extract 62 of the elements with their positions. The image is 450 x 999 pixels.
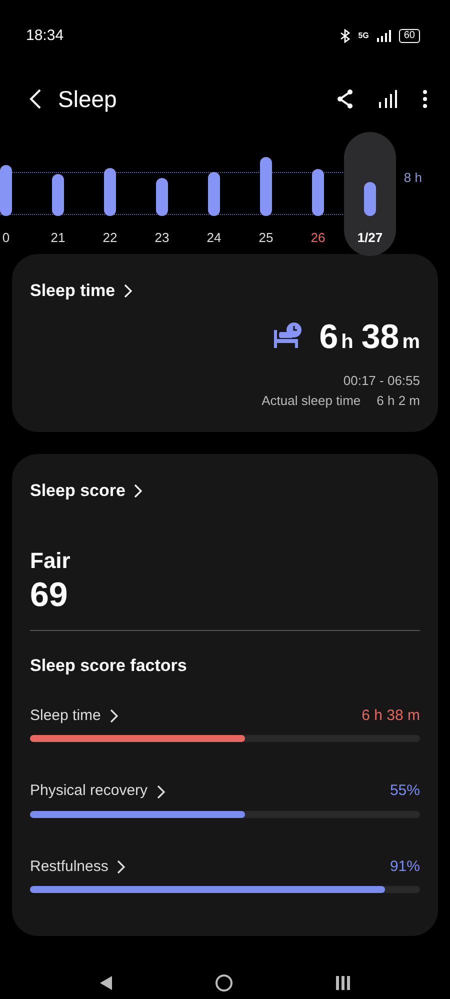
sleep-bar — [0, 164, 12, 216]
day-item[interactable]: 22 — [84, 132, 136, 256]
chevron-icon — [123, 284, 134, 298]
sleep-bar — [52, 174, 64, 216]
day-item[interactable]: 21 — [32, 132, 84, 256]
factor-link[interactable]: Physical recovery — [30, 780, 166, 803]
clock: 18:34 — [26, 26, 64, 46]
actual-sleep-label: Actual sleep time — [262, 392, 361, 410]
day-label: 24 — [206, 229, 222, 247]
bluetooth-icon — [340, 29, 350, 43]
day-label: 23 — [154, 229, 170, 247]
day-item[interactable]: 23 — [136, 132, 188, 256]
axis-label: 8 h — [404, 169, 422, 187]
trends-button[interactable] — [378, 89, 398, 109]
day-item[interactable]: 0 — [0, 132, 32, 256]
sleep-bar — [156, 178, 168, 216]
factor-link[interactable]: Sleep time — [30, 704, 119, 728]
actual-sleep-value: 6 h 2 m — [376, 392, 420, 410]
sleep-score-link[interactable]: Sleep score — [30, 478, 144, 504]
day-item[interactable]: 25 — [240, 132, 292, 256]
sleep-bar — [260, 157, 272, 216]
nav-recents-button[interactable] — [335, 975, 351, 991]
chevron-icon — [133, 484, 144, 498]
factor-value: 55% — [390, 781, 420, 802]
sleep-bar — [104, 168, 116, 216]
more-options-button[interactable] — [422, 89, 428, 109]
sleep-hours: 6 — [319, 317, 338, 358]
sleep-range: 00:17 - 06:55 — [342, 372, 420, 390]
day-label: 26 — [310, 229, 326, 247]
sleep-bar — [208, 172, 220, 216]
sleep-bar — [364, 182, 376, 216]
sleep-bar — [312, 169, 324, 216]
day-label: 25 — [258, 229, 274, 247]
score-rating: Fair — [30, 547, 72, 575]
battery-indicator: 60 — [398, 29, 420, 43]
bed-clock-icon — [273, 322, 304, 348]
signal-icon — [376, 30, 391, 42]
sleep-score: 69 — [30, 577, 69, 614]
day-item[interactable]: 26 — [292, 132, 344, 256]
factors-title: Sleep score factors — [30, 655, 188, 678]
factor-value: 91% — [390, 856, 420, 877]
share-button[interactable] — [336, 89, 354, 109]
chevron-icon — [108, 709, 119, 724]
nav-back-button[interactable] — [99, 975, 113, 991]
factor-link[interactable]: Restfulness — [30, 856, 126, 878]
minutes-unit: m — [402, 330, 420, 355]
chevron-icon — [156, 784, 166, 799]
nav-home-button[interactable] — [215, 974, 233, 992]
sleep-minutes: 38 — [361, 317, 400, 358]
day-item[interactable]: 24 — [188, 132, 240, 256]
chevron-icon — [116, 860, 126, 874]
day-label: 21 — [50, 229, 66, 247]
day-label: 1/27 — [357, 229, 383, 247]
page-title: Sleep — [58, 84, 118, 114]
selected-day[interactable]: 1/27 — [344, 132, 396, 256]
day-label: 22 — [102, 229, 118, 247]
back-button[interactable] — [28, 88, 42, 110]
day-label: 0 — [2, 229, 10, 247]
sleep-time-link[interactable]: Sleep time — [30, 278, 134, 304]
factor-value: 6 h 38 m — [362, 706, 420, 726]
hours-unit: h — [341, 330, 354, 355]
network-label: 5G — [358, 30, 369, 42]
